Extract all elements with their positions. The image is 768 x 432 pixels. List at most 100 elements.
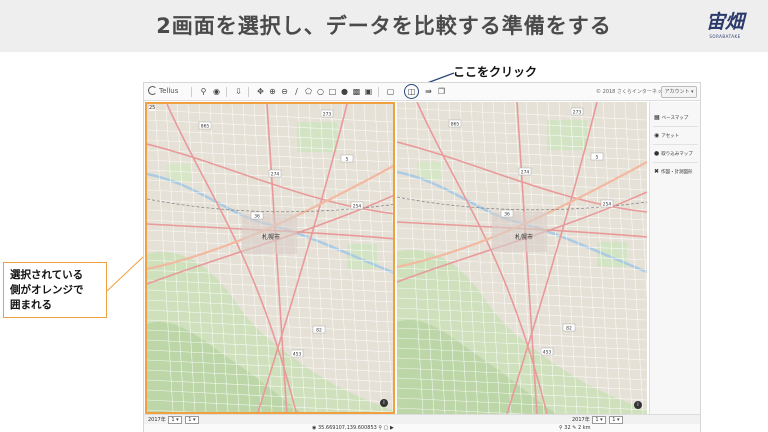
svg-text:82: 82 bbox=[566, 326, 572, 332]
right-date-selector[interactable]: 2017年 1 ▾ 1 ▾ bbox=[572, 416, 624, 424]
left-day-select[interactable]: 1 ▾ bbox=[185, 416, 199, 424]
draw-circle-icon[interactable]: ○ bbox=[315, 86, 326, 97]
zoom-out-icon[interactable]: ⊖ bbox=[279, 86, 290, 97]
app-toolbar: Tellus ⚲ ◉ ⇩ ✥ ⊕ ⊖ ∕ ⬠ ○ □ ● ▩ ▣ ▢ ◫ ⇛ ❐… bbox=[144, 83, 700, 101]
svg-text:453: 453 bbox=[543, 350, 552, 356]
account-label: アカウント bbox=[664, 89, 690, 95]
right-day-select[interactable]: 1 ▾ bbox=[609, 416, 623, 424]
side-divider bbox=[653, 126, 698, 127]
zoom-value: 32 bbox=[564, 425, 571, 431]
tellus-logo-icon bbox=[148, 86, 157, 95]
svg-text:5: 5 bbox=[596, 155, 599, 161]
layer-side-panel: ▦ ベースマップ ◉ アセット ● 取り込みマップ ✖ 作図・計測図形 bbox=[649, 102, 700, 414]
right-month-select[interactable]: 1 ▾ bbox=[592, 416, 606, 424]
scale-value: 2 km bbox=[578, 425, 591, 431]
info-icon[interactable]: i bbox=[634, 401, 642, 409]
annotation-line: 囲まれる bbox=[10, 299, 52, 311]
left-month-select[interactable]: 1 ▾ bbox=[168, 416, 182, 424]
zoom-level-tag: 25 bbox=[149, 105, 156, 111]
asset-icon: ◉ bbox=[654, 132, 660, 139]
draw-line-icon[interactable]: ∕ bbox=[291, 86, 302, 97]
sorabatake-logo: 宙畑 SORABATAKE bbox=[703, 10, 747, 44]
city-label: 札幌市 bbox=[262, 234, 281, 241]
annotation-connector-line bbox=[107, 256, 144, 292]
click-here-callout: ここをクリック bbox=[453, 65, 538, 79]
left-map-pane[interactable]: 865 273 5 274 254 36 82 453 25 札幌市 i bbox=[145, 102, 395, 414]
single-screen-icon[interactable]: ▢ bbox=[385, 86, 396, 97]
copyright-text: © 2018 さくらインターネット bbox=[596, 89, 667, 95]
svg-text:36: 36 bbox=[504, 212, 510, 218]
account-button[interactable]: アカウント ▾ bbox=[661, 86, 697, 98]
toolbar-divider bbox=[248, 87, 249, 97]
selected-side-annotation: 選択されている 側がオレンジで 囲まれる bbox=[3, 262, 107, 318]
zoom-status: ⚲ 32 ✎ 2 km bbox=[559, 425, 591, 431]
draw-polygon-icon[interactable]: ⬠ bbox=[303, 86, 314, 97]
split-screen-button-highlight[interactable] bbox=[404, 84, 419, 99]
right-map-canvas[interactable]: 865 273 5 274 254 36 82 453 bbox=[397, 102, 647, 414]
side-item-label: 作図・計測図形 bbox=[661, 170, 693, 175]
svg-text:453: 453 bbox=[293, 352, 302, 358]
date-selector-bar: 2017年 1 ▾ 1 ▾ 2017年 1 ▾ 1 ▾ bbox=[144, 414, 700, 424]
download-icon[interactable]: ⇩ bbox=[233, 86, 244, 97]
side-divider bbox=[653, 162, 698, 163]
marker-icon[interactable]: ● bbox=[339, 86, 350, 97]
logo-kanji: 宙畑 bbox=[705, 11, 744, 33]
side-item-imported-map[interactable]: ● 取り込みマップ bbox=[654, 150, 700, 157]
left-map-canvas[interactable]: 865 273 5 274 254 36 82 453 bbox=[147, 104, 393, 412]
layers-icon: ▦ bbox=[654, 114, 660, 121]
svg-text:274: 274 bbox=[271, 172, 280, 178]
right-month: 1 bbox=[595, 417, 599, 423]
swipe-icon[interactable]: ⇛ bbox=[423, 86, 434, 97]
draw-rectangle-icon[interactable]: □ bbox=[327, 86, 338, 97]
side-item-drawing[interactable]: ✖ 作図・計測図形 bbox=[654, 168, 700, 175]
svg-text:274: 274 bbox=[521, 170, 530, 176]
svg-text:36: 36 bbox=[254, 214, 260, 220]
zoom-in-icon[interactable]: ⊕ bbox=[267, 86, 278, 97]
view-icon[interactable]: ◉ bbox=[211, 86, 222, 97]
tools-icon: ✖ bbox=[654, 168, 660, 175]
svg-text:5: 5 bbox=[346, 157, 349, 163]
toolbar-divider bbox=[226, 87, 227, 97]
side-divider bbox=[653, 144, 698, 145]
svg-text:254: 254 bbox=[353, 204, 362, 210]
city-label: 札幌市 bbox=[515, 234, 534, 241]
coordinate-readout[interactable]: ◉ 35.669107,139.600853 ⚲ ▢ ▶ bbox=[312, 425, 394, 431]
svg-text:865: 865 bbox=[201, 124, 210, 130]
delete-icon[interactable]: ▣ bbox=[363, 86, 374, 97]
tellus-brand: Tellus bbox=[148, 86, 178, 95]
svg-text:273: 273 bbox=[573, 110, 582, 116]
logo-subtext: SORABATAKE bbox=[709, 34, 741, 39]
toolbar-divider bbox=[378, 87, 379, 97]
image-icon[interactable]: ▩ bbox=[351, 86, 362, 97]
svg-text:254: 254 bbox=[603, 202, 612, 208]
right-year: 2017年 bbox=[572, 417, 590, 423]
left-month: 1 bbox=[171, 417, 175, 423]
left-date-selector[interactable]: 2017年 1 ▾ 1 ▾ bbox=[148, 416, 200, 424]
status-bar: ◉ 35.669107,139.600853 ⚲ ▢ ▶ ⚲ 32 ✎ 2 km bbox=[144, 424, 700, 432]
layers-copy-icon[interactable]: ❐ bbox=[436, 86, 447, 97]
right-day: 1 bbox=[612, 417, 616, 423]
slide-header: 2画面を選択し、データを比較する準備をする 宙畑 SORABATAKE bbox=[0, 0, 768, 52]
side-item-asset[interactable]: ◉ アセット bbox=[654, 132, 700, 139]
tellus-app-window: Tellus ⚲ ◉ ⇩ ✥ ⊕ ⊖ ∕ ⬠ ○ □ ● ▩ ▣ ▢ ◫ ⇛ ❐… bbox=[143, 82, 701, 432]
move-icon[interactable]: ✥ bbox=[255, 86, 266, 97]
side-item-label: ベースマップ bbox=[661, 116, 689, 121]
right-map-pane[interactable]: 865 273 5 274 254 36 82 453 札幌市 i bbox=[397, 102, 647, 414]
search-icon[interactable]: ⚲ bbox=[198, 86, 209, 97]
svg-text:865: 865 bbox=[451, 122, 460, 128]
annotation-line: 選択されている bbox=[10, 269, 84, 281]
brand-name: Tellus bbox=[159, 87, 179, 95]
slide-title: 2画面を選択し、データを比較する準備をする bbox=[156, 14, 612, 38]
svg-text:273: 273 bbox=[323, 112, 332, 118]
svg-text:82: 82 bbox=[316, 328, 322, 334]
annotation-line: 側がオレンジで bbox=[10, 284, 84, 296]
side-item-basemap[interactable]: ▦ ベースマップ bbox=[654, 114, 700, 121]
left-day: 1 bbox=[188, 417, 192, 423]
info-icon[interactable]: i bbox=[380, 399, 388, 407]
side-item-label: 取り込みマップ bbox=[661, 152, 693, 157]
folder-icon: ● bbox=[654, 150, 660, 157]
left-year: 2017年 bbox=[148, 417, 166, 423]
side-item-label: アセット bbox=[661, 134, 680, 139]
coordinate-value: 35.669107,139.600853 bbox=[317, 425, 377, 431]
toolbar-divider bbox=[191, 87, 192, 97]
